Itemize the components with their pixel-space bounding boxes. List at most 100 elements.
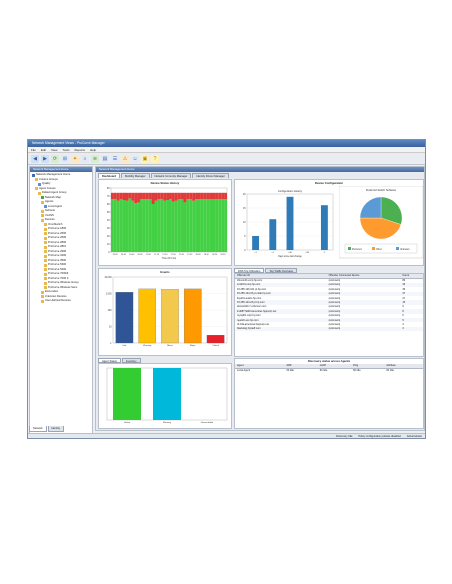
- status-bar: [203, 192, 207, 200]
- folder-icon: [38, 191, 41, 195]
- folder-icon: [44, 250, 47, 254]
- x-tick-label: 17:20: [162, 254, 168, 256]
- folder-icon: [44, 277, 47, 281]
- x-tick-label: Online: [124, 422, 131, 424]
- device-configuration-panel: Device Configuration Configuration Histo…: [234, 179, 424, 266]
- config-bar: [252, 236, 260, 250]
- table-cell: 60 Idle: [319, 369, 328, 373]
- events-panel: Events 1 10 100 1,000 10,000 Info Warning Minor…: [98, 268, 232, 356]
- legend-swatch: [372, 247, 375, 250]
- menu-tools[interactable]: Tools: [62, 148, 69, 152]
- menu-help[interactable]: Help: [90, 148, 96, 152]
- discovery-panel: Discovery status across Agents Agent ARP L…: [234, 358, 424, 429]
- table-cell: (unknown): [326, 326, 401, 332]
- help-icon[interactable]: ?: [151, 154, 159, 163]
- status-bar: [195, 192, 198, 200]
- discovery-icon[interactable]: ✦: [71, 154, 79, 163]
- folder-icon: [32, 173, 35, 177]
- y-tick-label: 100: [108, 310, 113, 312]
- legend-label: Unknown: [400, 249, 410, 251]
- status-bar: [209, 199, 213, 252]
- y-tick-label: 15: [243, 208, 246, 210]
- device-configuration-title: Device Configuration: [314, 181, 344, 185]
- status-bar: [151, 204, 155, 252]
- table-row[interactable]: Local Agent 60 Idle 60 Idle 60 Idle 60 Idle: [235, 368, 423, 372]
- x-tick-label: 18:30: [220, 254, 226, 256]
- menu-file[interactable]: File: [31, 148, 36, 152]
- status-bar: [215, 192, 219, 200]
- events-icon[interactable]: ⚠: [121, 154, 129, 163]
- x-tick-label: Critical: [212, 344, 219, 347]
- table-row[interactable]: blackdog.hpstaff.com (unknown) 3: [235, 326, 423, 332]
- status-bar: [134, 192, 138, 204]
- back-icon[interactable]: ◀: [31, 154, 39, 163]
- event-bar: [161, 289, 179, 344]
- status-bar: [198, 199, 201, 252]
- search-icon[interactable]: ⌕: [81, 154, 89, 163]
- nav-tabs: Network Identity: [29, 426, 93, 432]
- folder-icon: [44, 259, 47, 263]
- tab-mobility-manager[interactable]: Mobility Manager: [121, 173, 150, 178]
- status-bar: [192, 200, 196, 252]
- folder-icon: [38, 182, 41, 186]
- y-tick-label: 10,000: [104, 277, 112, 279]
- status-bar: [140, 192, 143, 200]
- status-bar: [119, 192, 123, 200]
- traffic-icon[interactable]: ≋: [91, 154, 99, 163]
- status-bar: [174, 192, 178, 201]
- status-bar: [224, 199, 227, 252]
- status-bar: [166, 200, 169, 252]
- status-bar: [137, 192, 140, 203]
- status-bar: [128, 198, 132, 252]
- x-tick-label: 17:10: [154, 254, 160, 256]
- status-bar: [192, 192, 196, 201]
- status-bar: [134, 203, 138, 252]
- user-icon[interactable]: ☺: [131, 154, 139, 163]
- agent-status-panel: Online Warning Unreachable: [98, 363, 232, 429]
- toolbar: ◀ ▶ ⟳ ⊞ ✦ ⌕ ≋ ▤ ☰ ⚠ ☺ ▣ ?: [28, 153, 425, 165]
- tab-identity[interactable]: Identity: [47, 426, 64, 432]
- main-window: Network Management Views - ProCurve Mana…: [27, 139, 426, 439]
- agent-bar: [113, 368, 141, 420]
- user-status: Administrator: [406, 435, 422, 438]
- x-tick-label: 18:10: [204, 254, 210, 256]
- status-bar: [186, 199, 190, 252]
- tab-identity-driven-manager[interactable]: Identity Driven Manager: [192, 173, 229, 178]
- y-tick-label: 1,000: [106, 293, 112, 295]
- forward-icon[interactable]: ▶: [41, 154, 49, 163]
- menu-view[interactable]: View: [51, 148, 57, 152]
- status-bar: [140, 199, 143, 252]
- offenders-table-panel: Offender ID Offender Connected Device Coun…: [234, 273, 424, 357]
- status-bar: [148, 199, 152, 252]
- x-tick-label: Info: [123, 345, 127, 347]
- table-cell: Local Agent: [237, 369, 251, 373]
- x-tick-label: 17:00: [146, 254, 152, 256]
- status-bar: [189, 199, 193, 252]
- network-map-icon[interactable]: ⊞: [61, 154, 69, 163]
- device-icon[interactable]: ▤: [101, 154, 109, 163]
- status-bar: [145, 199, 149, 252]
- status-bar: [111, 199, 114, 252]
- status-bar: [157, 199, 161, 252]
- y-tick-label: 10: [243, 222, 246, 224]
- refresh-icon[interactable]: ⟳: [51, 154, 59, 163]
- tree-node[interactable]: User-defined Devices: [41, 299, 71, 304]
- x-tick-label: 17:30: [171, 254, 177, 256]
- status-bar: [113, 192, 117, 200]
- y-tick-label: 50: [107, 212, 110, 214]
- reports-icon[interactable]: ▣: [141, 154, 149, 163]
- tab-dashboard[interactable]: Dashboard: [98, 173, 121, 178]
- tab-network-immunity-manager[interactable]: Network Immunity Manager: [150, 173, 192, 178]
- status-bar: [195, 199, 198, 252]
- y-tick-label: 30: [107, 228, 110, 230]
- x-axis-label: Time (hh:mm): [162, 258, 176, 260]
- status-bar: [212, 192, 216, 200]
- policy-icon[interactable]: ☰: [111, 154, 119, 163]
- status-bar: [171, 192, 175, 202]
- folder-icon: [44, 241, 47, 245]
- menu-edit[interactable]: Edit: [41, 148, 46, 152]
- folder-icon: [41, 290, 44, 294]
- config-bar: [286, 196, 294, 250]
- menu-reports[interactable]: Reports: [74, 148, 85, 152]
- tab-network[interactable]: Network: [29, 426, 47, 432]
